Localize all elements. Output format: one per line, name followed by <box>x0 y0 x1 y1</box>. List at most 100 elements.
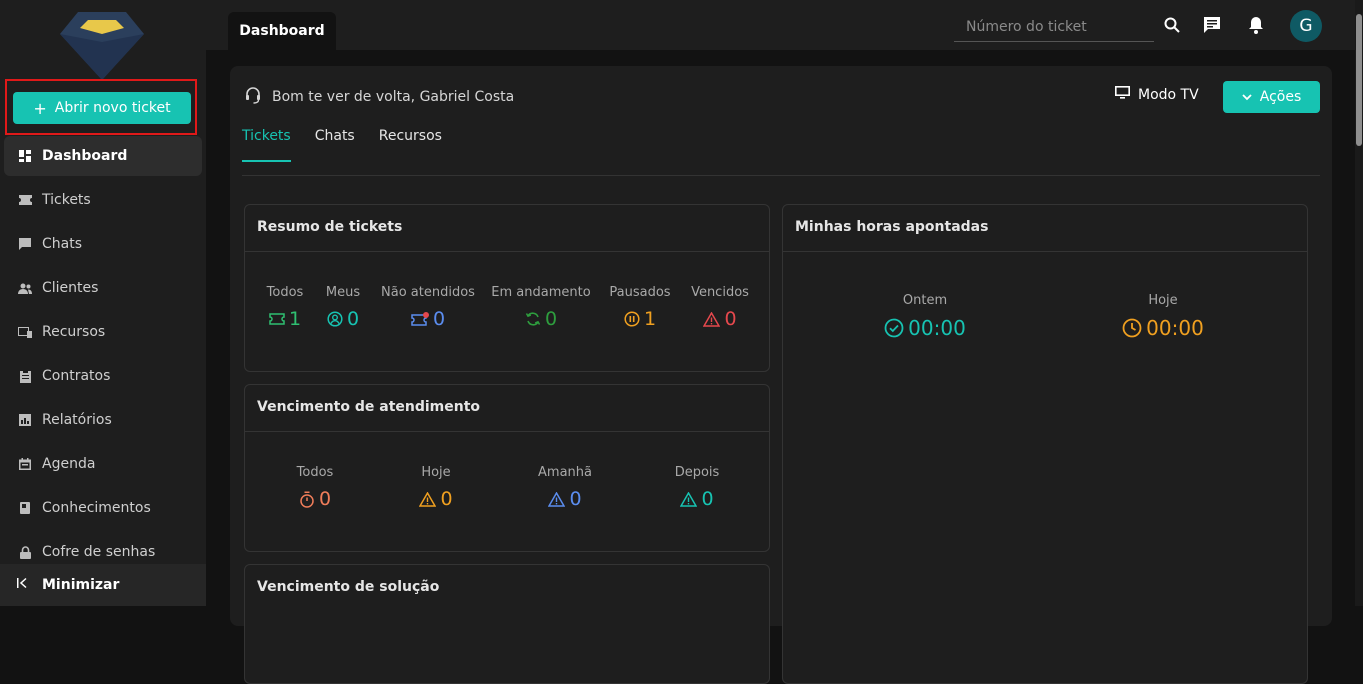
search-icon[interactable] <box>1161 14 1183 36</box>
sidebar-item-label: Recursos <box>42 324 106 340</box>
sidebar-item-contratos[interactable]: Contratos <box>4 356 202 396</box>
stat-value: 0 <box>701 488 714 510</box>
stat-value: 1 <box>288 308 302 330</box>
sync-icon <box>525 312 541 326</box>
stat-value-row: 1 <box>624 308 656 330</box>
clock-icon <box>1122 318 1142 338</box>
timer-icon <box>300 491 314 508</box>
stat-value: 00:00 <box>908 316 966 340</box>
stat-label: Todos <box>266 285 304 300</box>
tab-dashboard[interactable]: Dashboard <box>228 12 336 50</box>
stat-value-row: 0 <box>299 488 331 510</box>
stat-value: 00:00 <box>1146 316 1204 340</box>
stat-pausados[interactable]: Pausados 1 <box>607 285 673 330</box>
clipboard-icon <box>18 369 32 383</box>
stat-value: 0 <box>346 308 360 330</box>
stat-value: 0 <box>724 308 737 330</box>
sidebar-item-dashboard[interactable]: Dashboard <box>4 136 202 176</box>
logged-hours-card: Minhas horas apontadas Ontem 00:00 Hoje … <box>782 204 1308 684</box>
stat-todos[interactable]: Todos 1 <box>263 285 307 330</box>
sidebar-nav: Dashboard Tickets Chats Clientes Recurso… <box>0 136 206 576</box>
stat-value-row: 00:00 <box>884 316 966 340</box>
tab-chats[interactable]: Chats <box>315 128 355 162</box>
sidebar-item-label: Conhecimentos <box>42 500 151 516</box>
sidebar-item-tickets[interactable]: Tickets <box>4 180 202 220</box>
stat-label: Amanhã <box>538 465 592 480</box>
card-title: Minhas horas apontadas <box>795 219 989 235</box>
dashboard-panel: Bom te ver de volta, Gabriel Costa Modo … <box>230 66 1332 684</box>
chevron-down-icon <box>1242 89 1252 105</box>
actions-button[interactable]: Ações <box>1223 81 1320 113</box>
scrollbar-thumb[interactable] <box>1356 14 1362 146</box>
stat-depois[interactable]: Depois 0 <box>657 465 737 510</box>
stat-hoje[interactable]: Hoje 0 <box>396 465 476 510</box>
sidebar-item-label: Agenda <box>42 456 96 472</box>
welcome-message: Bom te ver de volta, Gabriel Costa <box>244 86 514 108</box>
ticket-alert-icon <box>411 312 429 326</box>
stat-value: 0 <box>440 488 453 510</box>
stat-ontem[interactable]: Ontem 00:00 <box>875 293 975 340</box>
stat-label: Em andamento <box>491 285 591 300</box>
stat-label: Vencidos <box>691 285 749 300</box>
stat-amanha[interactable]: Amanhã 0 <box>525 465 605 510</box>
warning-icon <box>680 491 698 507</box>
new-ticket-label: Abrir novo ticket <box>54 100 171 116</box>
card-divider <box>245 431 769 432</box>
new-ticket-button[interactable]: + Abrir novo ticket <box>13 92 191 124</box>
stat-em-andamento[interactable]: Em andamento 0 <box>491 285 591 330</box>
stat-label: Todos <box>296 465 334 480</box>
top-bar: Dashboard G <box>206 0 1363 50</box>
stat-label: Hoje <box>421 465 451 480</box>
sidebar-item-recursos[interactable]: Recursos <box>4 312 202 352</box>
sidebar-item-conhecimentos[interactable]: Conhecimentos <box>4 488 202 528</box>
sidebar-item-label: Tickets <box>42 192 91 208</box>
welcome-text: Bom te ver de volta, Gabriel Costa <box>272 89 515 105</box>
tv-mode-button[interactable]: Modo TV <box>1115 86 1199 103</box>
stat-todos[interactable]: Todos 0 <box>275 465 355 510</box>
calendar-icon <box>18 457 32 471</box>
warning-icon <box>548 491 566 507</box>
ticket-number-input[interactable] <box>954 12 1154 42</box>
user-avatar[interactable]: G <box>1290 10 1322 42</box>
headset-icon <box>244 86 262 108</box>
notifications-bell-icon[interactable] <box>1245 14 1267 36</box>
dashboard-icon <box>18 149 32 163</box>
pause-circle-icon <box>624 311 640 327</box>
stat-label: Ontem <box>902 293 948 308</box>
sidebar-item-label: Cofre de senhas <box>42 544 156 560</box>
solution-due-card: Vencimento de solução <box>244 564 770 684</box>
devices-icon <box>18 325 32 339</box>
sidebar-item-agenda[interactable]: Agenda <box>4 444 202 484</box>
sidebar-item-label: Clientes <box>42 280 99 296</box>
stat-meus[interactable]: Meus 0 <box>323 285 363 330</box>
minimize-button[interactable]: Minimizar <box>0 564 206 606</box>
messages-icon[interactable] <box>1201 14 1223 36</box>
stat-nao-atendidos[interactable]: Não atendidos 0 <box>379 285 477 330</box>
stat-label: Depois <box>674 465 720 480</box>
ticket-summary-card: Resumo de tickets Todos 1 Meus 0 Não ate… <box>244 204 770 372</box>
sidebar-item-relatorios[interactable]: Relatórios <box>4 400 202 440</box>
logo-icon <box>60 12 144 80</box>
stat-label: Meus <box>325 285 361 300</box>
stat-hoje[interactable]: Hoje 00:00 <box>1113 293 1213 340</box>
card-divider <box>783 251 1307 252</box>
sidebar: + Abrir novo ticket Dashboard Tickets Ch… <box>0 0 206 606</box>
monitor-icon <box>1115 86 1130 103</box>
warning-icon <box>419 491 437 507</box>
sidebar-item-label: Relatórios <box>42 412 112 428</box>
book-icon <box>18 501 32 515</box>
check-circle-icon <box>884 318 904 338</box>
tv-mode-label: Modo TV <box>1138 86 1199 103</box>
sidebar-item-clientes[interactable]: Clientes <box>4 268 202 308</box>
stat-value-row: 0 <box>680 488 714 510</box>
tab-tickets[interactable]: Tickets <box>242 128 291 162</box>
sidebar-item-chats[interactable]: Chats <box>4 224 202 264</box>
tab-recursos[interactable]: Recursos <box>379 128 442 162</box>
card-divider <box>245 251 769 252</box>
card-title: Vencimento de solução <box>257 579 440 595</box>
stat-value: 1 <box>643 308 657 330</box>
minimize-label: Minimizar <box>42 577 120 593</box>
stat-label: Não atendidos <box>381 285 475 300</box>
stat-value: 0 <box>432 308 446 330</box>
stat-vencidos[interactable]: Vencidos 0 <box>687 285 753 330</box>
